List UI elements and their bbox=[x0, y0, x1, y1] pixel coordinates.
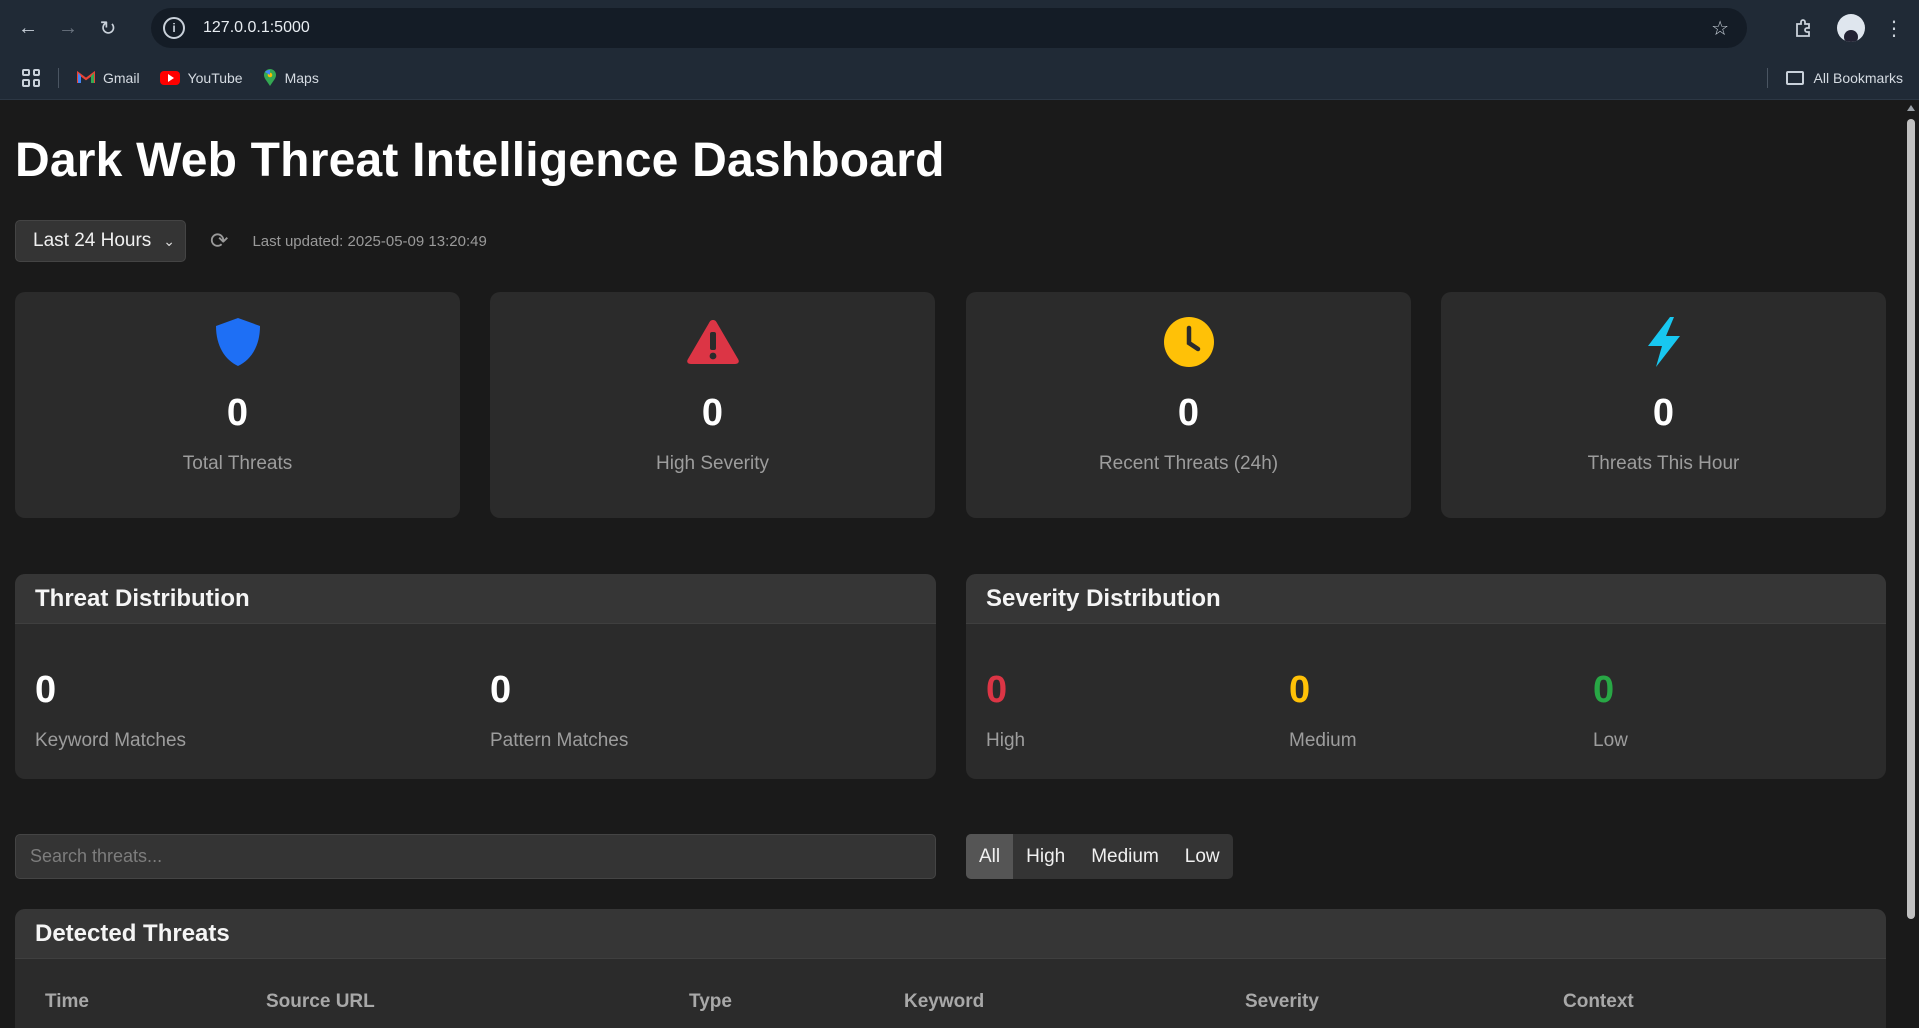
table-header-row: Time Source URL Type Keyword Severity Co… bbox=[15, 991, 1886, 1021]
severity-low: 0 Low bbox=[1593, 669, 1628, 752]
search-threats-input[interactable] bbox=[15, 834, 936, 879]
bookmarks-divider bbox=[58, 67, 59, 88]
page-scrollbar[interactable] bbox=[1903, 101, 1919, 1028]
pattern-matches: 0 Pattern Matches bbox=[490, 669, 628, 752]
stat-label: Recent Threats (24h) bbox=[1098, 453, 1279, 474]
dist-value: 0 bbox=[986, 669, 1008, 711]
all-bookmarks[interactable]: All Bookmarks bbox=[1766, 67, 1903, 88]
column-header-keyword[interactable]: Keyword bbox=[904, 991, 984, 1013]
scroll-up-arrow-icon[interactable] bbox=[1907, 105, 1915, 111]
shield-icon bbox=[213, 316, 263, 368]
page-title: Dark Web Threat Intelligence Dashboard bbox=[15, 134, 945, 187]
column-header-time[interactable]: Time bbox=[45, 991, 89, 1013]
stat-card-recent-threats: 0 Recent Threats (24h) bbox=[966, 292, 1411, 518]
detected-threats-panel: Detected Threats Time Source URL Type Ke… bbox=[15, 909, 1886, 1028]
dist-value: 0 bbox=[490, 669, 512, 711]
dist-label: Pattern Matches bbox=[490, 730, 629, 751]
maps-pin-icon bbox=[263, 68, 277, 87]
dist-value: 0 bbox=[1593, 669, 1615, 711]
dist-label: High bbox=[986, 730, 1026, 751]
filter-medium-button[interactable]: Medium bbox=[1078, 834, 1172, 879]
stat-card-threats-this-hour: 0 Threats This Hour bbox=[1441, 292, 1886, 518]
panel-header: Detected Threats bbox=[15, 909, 1886, 959]
severity-distribution-panel: Severity Distribution 0 High 0 Medium 0 … bbox=[966, 574, 1886, 779]
url-text[interactable]: 127.0.0.1:5000 bbox=[203, 19, 310, 37]
bookmark-maps[interactable]: Maps bbox=[263, 68, 319, 87]
stat-value: 0 bbox=[226, 392, 249, 434]
browser-toolbar: ← → ↻ i 127.0.0.1:5000 ☆ ⋮ bbox=[0, 0, 1919, 56]
browser-menu-icon[interactable]: ⋮ bbox=[1879, 16, 1909, 41]
severity-medium: 0 Medium bbox=[1289, 669, 1357, 752]
panel-header: Threat Distribution bbox=[15, 574, 936, 624]
column-header-source-url[interactable]: Source URL bbox=[266, 991, 375, 1013]
warning-triangle-icon bbox=[686, 316, 740, 368]
dashboard-controls: Last 24 Hours ⌄ ⟳ Last updated: 2025-05-… bbox=[15, 220, 487, 262]
time-range-value: Last 24 Hours bbox=[33, 230, 152, 251]
refresh-icon[interactable]: ⟳ bbox=[210, 228, 228, 254]
last-updated-text: Last updated: 2025-05-09 13:20:49 bbox=[252, 232, 487, 250]
stat-label: High Severity bbox=[656, 453, 769, 474]
bookmarks-bar: Gmail YouTube Maps All Bookmarks bbox=[0, 56, 1919, 100]
bookmark-label: Maps bbox=[284, 69, 319, 86]
scrollbar-thumb[interactable] bbox=[1907, 119, 1915, 919]
dist-label: Keyword Matches bbox=[35, 730, 187, 751]
stat-label: Threats This Hour bbox=[1587, 453, 1740, 474]
all-bookmarks-label: All Bookmarks bbox=[1813, 69, 1903, 86]
panel-header: Severity Distribution bbox=[966, 574, 1886, 624]
dist-value: 0 bbox=[1289, 669, 1311, 711]
dist-label: Medium bbox=[1289, 730, 1357, 751]
filter-high-button[interactable]: High bbox=[1013, 834, 1078, 879]
stat-label: Total Threats bbox=[182, 453, 293, 474]
stat-value: 0 bbox=[1652, 392, 1675, 434]
lightning-bolt-icon bbox=[1644, 316, 1684, 368]
stat-card-total-threats: 0 Total Threats bbox=[15, 292, 460, 518]
filter-all-button[interactable]: All bbox=[966, 834, 1014, 879]
dist-label: Low bbox=[1593, 730, 1628, 751]
dist-value: 0 bbox=[35, 669, 57, 711]
column-header-severity[interactable]: Severity bbox=[1245, 991, 1319, 1013]
reload-icon[interactable]: ↻ bbox=[88, 8, 128, 48]
dashboard-page: Dark Web Threat Intelligence Dashboard L… bbox=[0, 101, 1903, 1028]
back-arrow-icon[interactable]: ← bbox=[8, 8, 48, 48]
bookmark-gmail[interactable]: Gmail bbox=[76, 69, 140, 86]
folder-icon bbox=[1785, 70, 1804, 85]
bookmark-label: Gmail bbox=[103, 69, 140, 86]
column-header-type[interactable]: Type bbox=[689, 991, 732, 1013]
severity-high: 0 High bbox=[986, 669, 1025, 752]
site-info-icon[interactable]: i bbox=[163, 17, 185, 39]
severity-filter-group: All High Medium Low bbox=[966, 834, 1233, 879]
bookmark-youtube[interactable]: YouTube bbox=[159, 69, 243, 86]
apps-grid-icon[interactable] bbox=[22, 68, 40, 87]
filter-low-button[interactable]: Low bbox=[1172, 834, 1233, 879]
forward-arrow-icon[interactable]: → bbox=[48, 8, 88, 48]
stat-value: 0 bbox=[701, 392, 724, 434]
profile-avatar[interactable] bbox=[1837, 14, 1865, 42]
clock-icon bbox=[1163, 316, 1215, 368]
chevron-down-icon: ⌄ bbox=[163, 232, 175, 249]
keyword-matches: 0 Keyword Matches bbox=[35, 669, 186, 752]
time-range-select[interactable]: Last 24 Hours ⌄ bbox=[15, 220, 186, 262]
stat-value: 0 bbox=[1177, 392, 1200, 434]
stat-card-high-severity: 0 High Severity bbox=[490, 292, 935, 518]
bookmark-star-icon[interactable]: ☆ bbox=[1711, 16, 1729, 41]
extensions-puzzle-icon[interactable] bbox=[1783, 8, 1823, 48]
youtube-icon bbox=[159, 70, 180, 85]
gmail-icon bbox=[76, 70, 96, 84]
address-bar[interactable]: i 127.0.0.1:5000 ☆ bbox=[151, 8, 1747, 48]
threat-distribution-panel: Threat Distribution 0 Keyword Matches 0 … bbox=[15, 574, 936, 779]
column-header-context[interactable]: Context bbox=[1563, 991, 1634, 1013]
bookmark-label: YouTube bbox=[187, 69, 243, 86]
